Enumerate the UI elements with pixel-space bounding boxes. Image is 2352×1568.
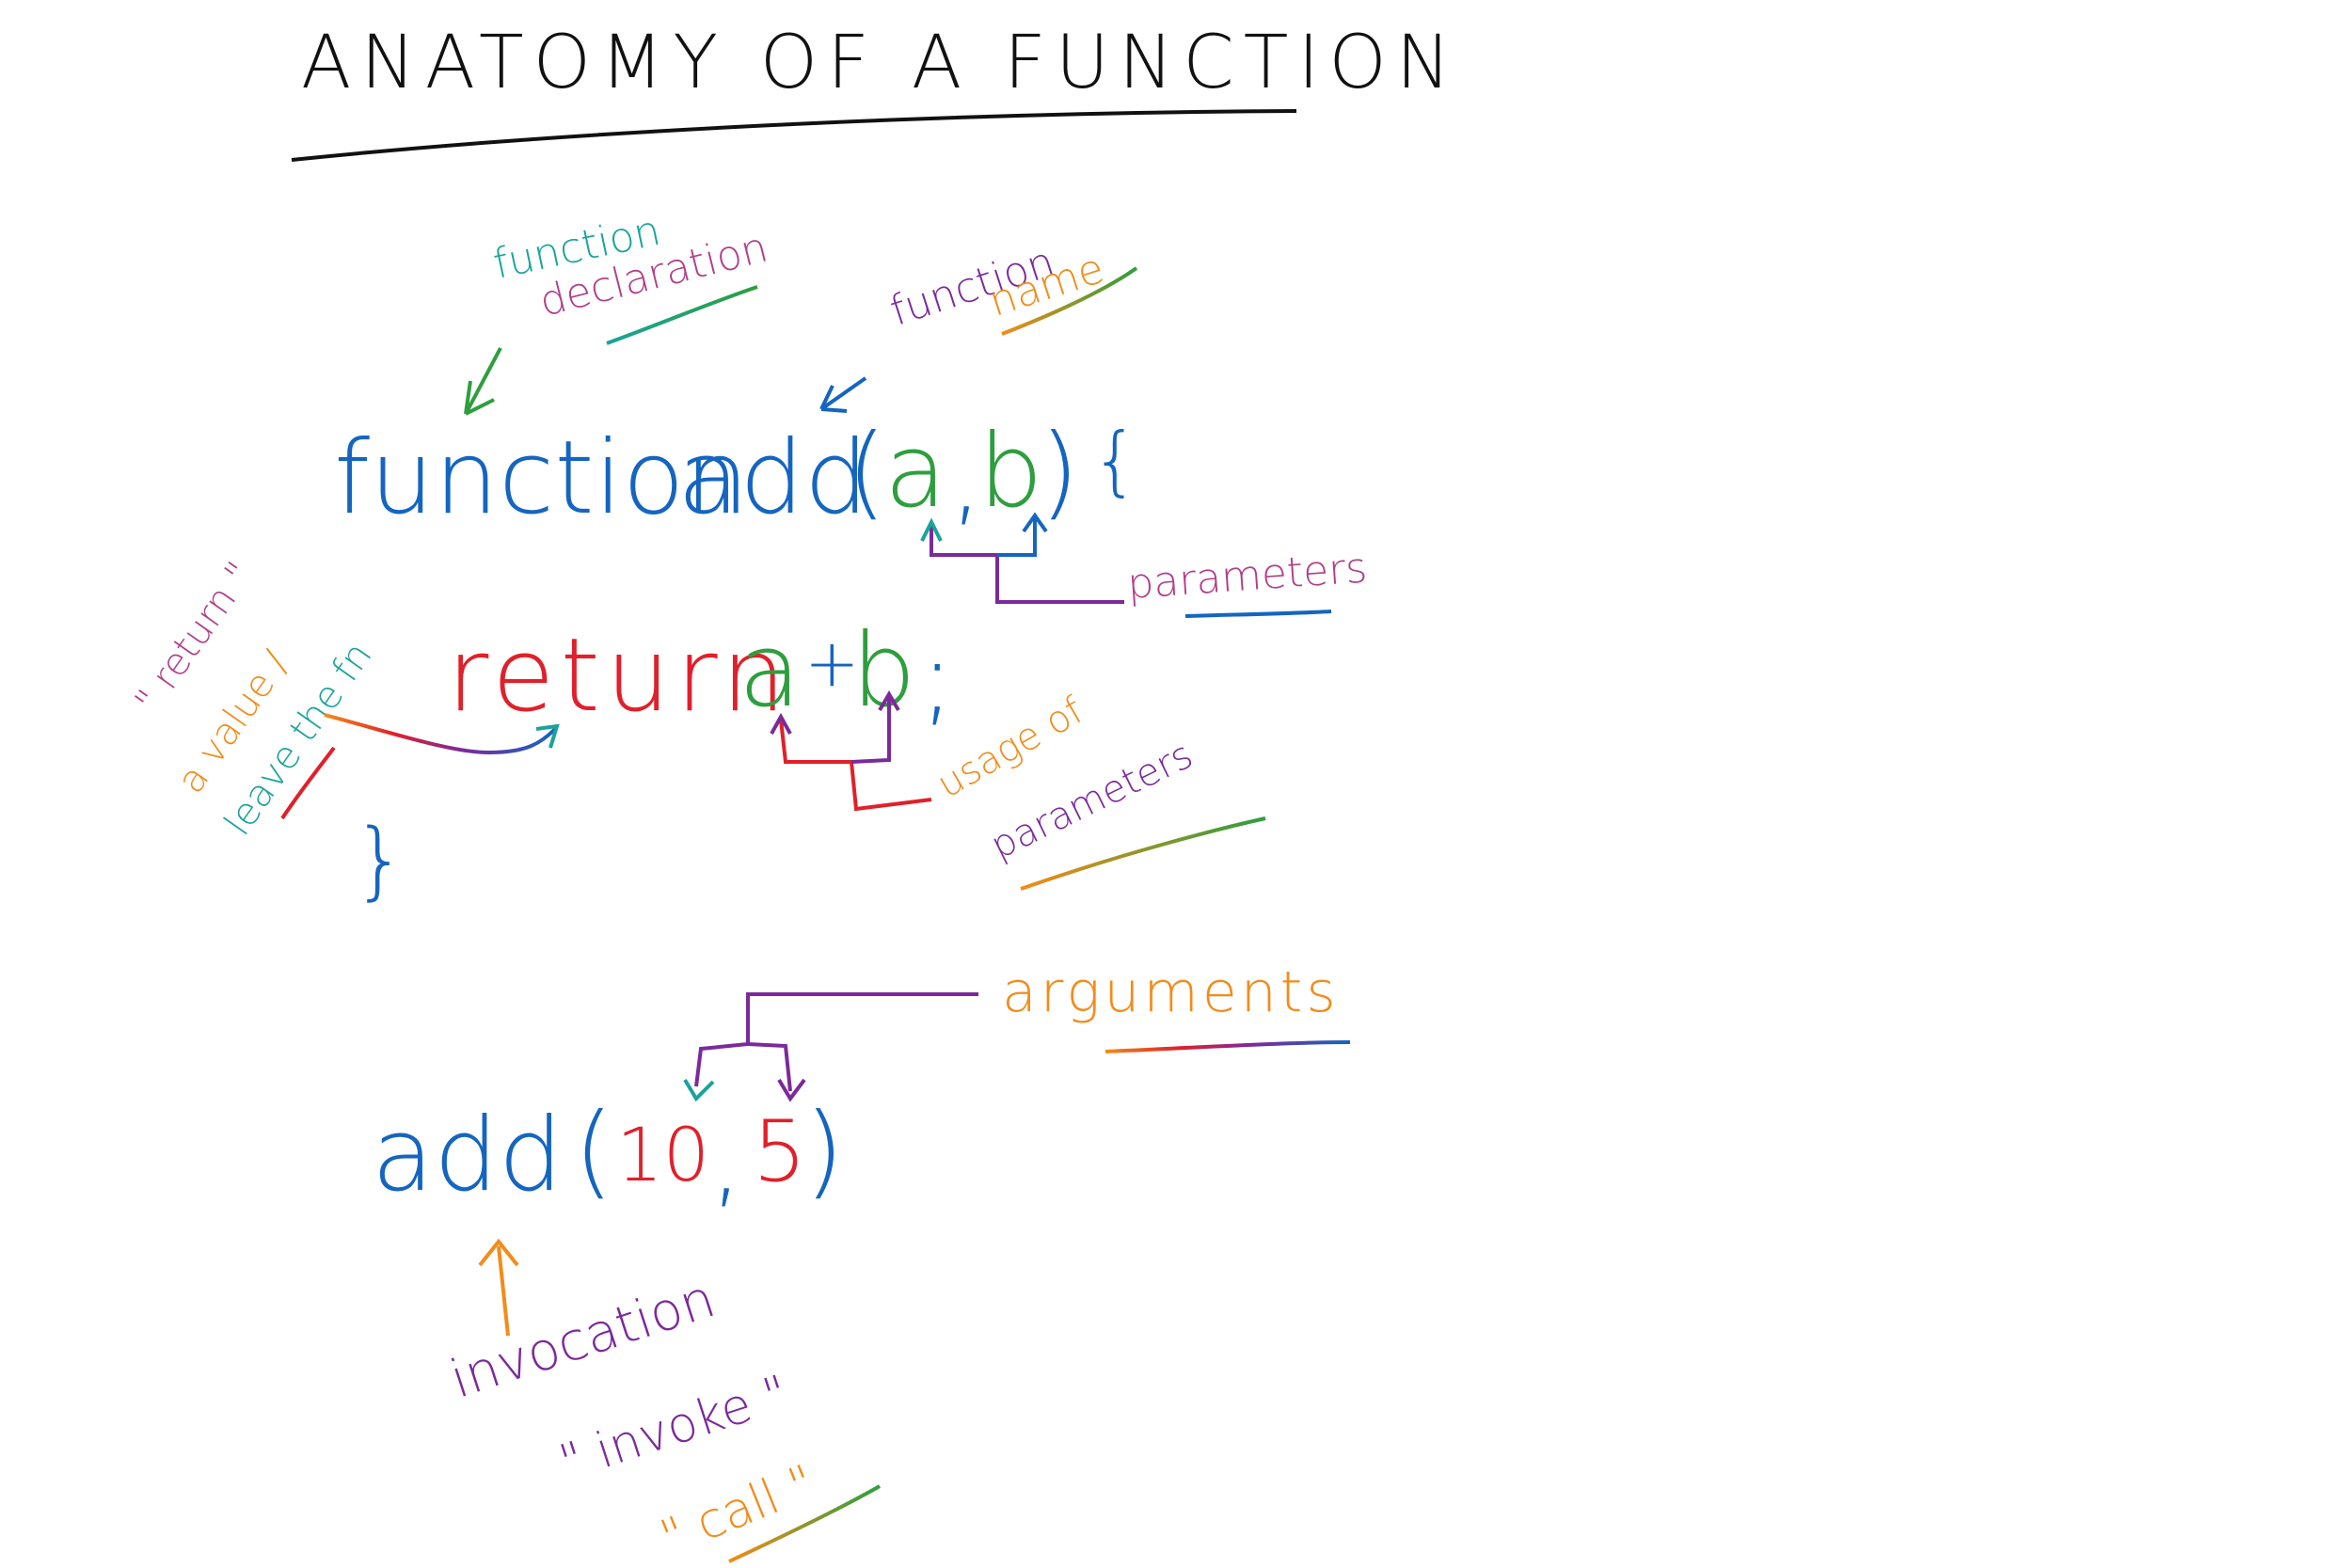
close-brace: }	[353, 811, 407, 910]
call-open-paren: (	[574, 1092, 614, 1210]
argument-5: 5	[753, 1102, 807, 1201]
call-function-name: add	[372, 1097, 564, 1214]
arguments-bracket	[694, 992, 978, 1087]
label-usage-of-line1: usage of	[930, 689, 1091, 807]
arg5-arrowhead	[777, 1078, 806, 1102]
parameter-a: a	[884, 413, 947, 531]
usage-bracket	[779, 719, 932, 812]
annotation-strokes	[280, 109, 1351, 1563]
expr-b: b	[851, 612, 916, 730]
call-comma: ,	[710, 1101, 743, 1219]
open-paren: (	[847, 413, 887, 531]
invocation-arrow	[478, 1238, 519, 1337]
declaration-arrow	[464, 347, 502, 416]
arguments-underline	[1104, 1040, 1351, 1053]
label-invocation: invocation	[443, 1268, 723, 1411]
parameter-b: b	[978, 413, 1043, 531]
arguments-bracket-b	[747, 1042, 792, 1092]
open-brace: {	[1091, 417, 1139, 504]
name-arrow	[819, 376, 867, 413]
label-call: " call "	[653, 1454, 823, 1567]
close-paren: )	[1040, 413, 1080, 531]
arg10-arrowhead	[683, 1078, 715, 1102]
label-parameters: parameters	[1125, 544, 1369, 609]
argument-10: 10	[616, 1114, 710, 1198]
whiteboard-canvas: ANATOMY OF A FUNCTION function add ( a ,…	[0, 0, 2352, 1568]
semicolon: ;	[920, 620, 955, 737]
title-underline	[291, 109, 1297, 162]
call-close-paren: )	[804, 1092, 845, 1210]
page-title: ANATOMY OF A FUNCTION	[301, 21, 1461, 105]
function-name: add	[677, 420, 869, 537]
label-arguments: arguments	[1002, 959, 1340, 1025]
parameters-underline	[1184, 610, 1332, 618]
label-invoke: " invoke "	[552, 1365, 796, 1492]
expr-a: a	[739, 612, 802, 730]
